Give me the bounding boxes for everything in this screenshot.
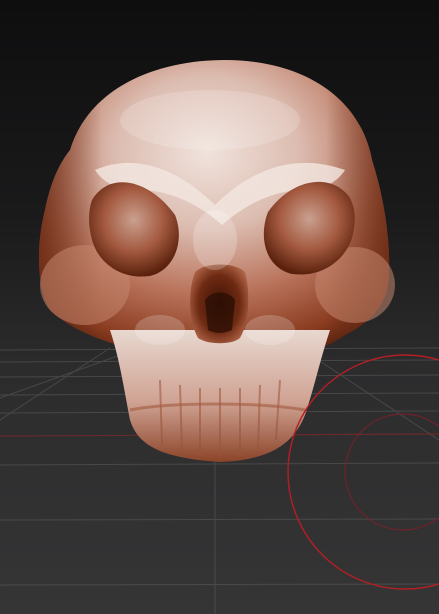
sculpt-viewport[interactable] <box>0 0 439 614</box>
brush-cursor <box>287 354 439 590</box>
brush-inner-ring <box>344 413 439 531</box>
brush-outer-ring <box>287 354 439 590</box>
